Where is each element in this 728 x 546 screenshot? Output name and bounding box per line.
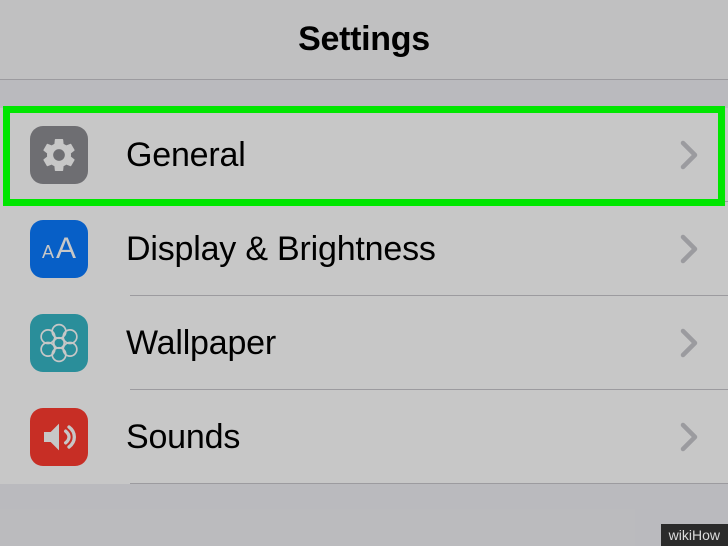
- chevron-right-icon: [680, 328, 698, 358]
- row-wallpaper[interactable]: Wallpaper: [0, 296, 728, 390]
- settings-header: Settings: [0, 0, 728, 80]
- flower-icon: [30, 314, 88, 372]
- chevron-right-icon: [680, 422, 698, 452]
- gear-icon: [30, 126, 88, 184]
- row-sounds[interactable]: Sounds: [0, 390, 728, 484]
- spacer: [0, 80, 728, 108]
- text-size-icon: AA: [30, 220, 88, 278]
- chevron-right-icon: [680, 140, 698, 170]
- row-label-general: General: [126, 136, 680, 175]
- row-display-brightness[interactable]: AA Display & Brightness: [0, 202, 728, 296]
- row-label-wallpaper: Wallpaper: [126, 324, 680, 363]
- row-label-display: Display & Brightness: [126, 230, 680, 269]
- watermark: wikiHow: [661, 524, 728, 546]
- speaker-icon: [30, 408, 88, 466]
- row-label-sounds: Sounds: [126, 418, 680, 457]
- separator: [130, 483, 728, 484]
- row-general[interactable]: General: [0, 108, 728, 202]
- chevron-right-icon: [680, 234, 698, 264]
- settings-list: General AA Display & Brightness: [0, 108, 728, 484]
- page-title: Settings: [298, 20, 430, 59]
